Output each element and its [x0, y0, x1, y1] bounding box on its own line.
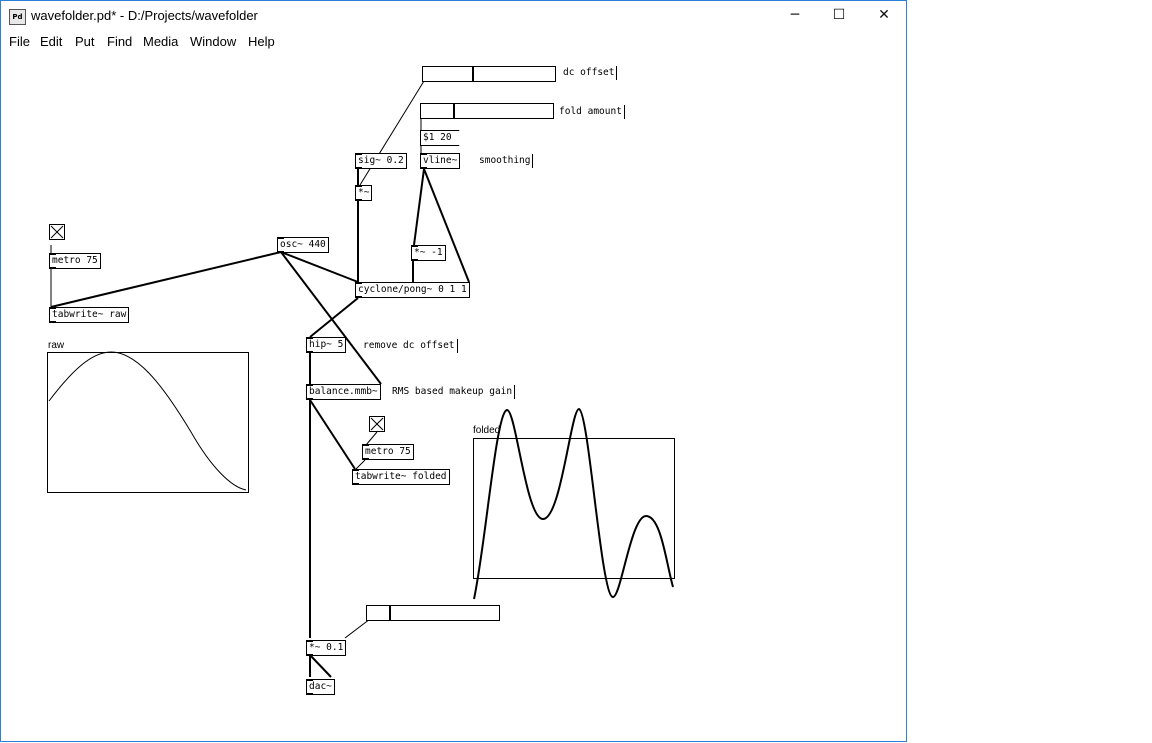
comment-makeup-gain: RMS based makeup gain	[392, 385, 516, 399]
toggle-x-icon	[370, 417, 384, 431]
metro-toggle-top[interactable]	[49, 224, 65, 240]
minimize-button[interactable]: ─	[772, 1, 818, 31]
array-label-raw: raw	[48, 340, 65, 351]
title-bar[interactable]: Pd wavefolder.pd* - D:/Projects/wavefold…	[1, 1, 906, 31]
comment-smoothing: smoothing	[479, 154, 534, 168]
menu-media[interactable]: Media	[143, 34, 178, 49]
object-dac[interactable]: dac~	[306, 679, 335, 695]
cord-volume-to-mul	[344, 618, 371, 639]
menu-bar: File Edit Put Find Media Window Help	[1, 32, 906, 52]
comment-dc-offset: dc offset	[563, 66, 618, 80]
object-pong[interactable]: cyclone/pong~ 0 1 1	[355, 282, 470, 298]
cord-metro2-to-tabwrite	[355, 459, 366, 470]
fold-amount-slider[interactable]	[420, 103, 554, 119]
window-title: wavefolder.pd* - D:/Projects/wavefolder	[31, 8, 258, 23]
menu-file[interactable]: File	[9, 34, 30, 49]
comment-remove-dc: remove dc offset	[363, 339, 458, 353]
metro-toggle-bottom[interactable]	[369, 416, 385, 432]
object-osc[interactable]: osc~ 440	[277, 237, 329, 253]
object-tabwrite-raw[interactable]: tabwrite~ raw	[49, 307, 130, 323]
object-multiply-neg[interactable]: *~ -1	[411, 245, 446, 261]
patch-window: Pd wavefolder.pd* - D:/Projects/wavefold…	[0, 0, 907, 742]
menu-put[interactable]: Put	[75, 34, 95, 49]
object-metro-bottom[interactable]: metro 75	[362, 444, 414, 460]
volume-slider[interactable]	[366, 605, 500, 621]
pd-app-icon: Pd	[9, 9, 26, 25]
patch-canvas[interactable]: dc offset fold amount $1 20 sig~ 0.2 vli…	[1, 52, 906, 741]
dc-offset-slider-knob[interactable]	[472, 67, 474, 81]
maximize-button[interactable]: ☐	[816, 1, 862, 31]
menu-window[interactable]: Window	[190, 34, 236, 49]
menu-edit[interactable]: Edit	[40, 34, 62, 49]
menu-help[interactable]: Help	[248, 34, 275, 49]
array-graph-folded[interactable]	[473, 438, 675, 579]
comment-fold-amount: fold amount	[559, 105, 625, 119]
object-vline[interactable]: vline~	[420, 153, 461, 169]
object-sig[interactable]: sig~ 0.2	[355, 153, 407, 169]
object-tabwrite-folded[interactable]: tabwrite~ folded	[352, 469, 450, 485]
menu-find[interactable]: Find	[107, 34, 132, 49]
cord-vline-to-pong-right	[423, 168, 470, 283]
object-balance[interactable]: balance.mmb~	[306, 384, 381, 400]
dc-offset-slider[interactable]	[422, 66, 556, 82]
object-hip[interactable]: hip~ 5	[306, 337, 347, 353]
array-graph-raw[interactable]	[47, 352, 249, 493]
cord-dc-slider-to-mul	[359, 80, 425, 186]
cord-vline-to-neg	[413, 168, 425, 246]
cord-pong-to-hip	[309, 297, 359, 338]
cord-gain-to-dac-right	[309, 654, 332, 678]
object-multiply-a[interactable]: *~	[355, 185, 373, 201]
message-fold[interactable]: $1 20	[420, 130, 460, 146]
array-label-folded: folded	[473, 425, 501, 436]
close-button[interactable]: ✕	[861, 1, 906, 31]
object-multiply-gain[interactable]: *~ 0.1	[306, 640, 347, 656]
volume-slider-knob[interactable]	[389, 606, 391, 620]
fold-amount-slider-knob[interactable]	[453, 104, 455, 118]
cord-balance-to-tabwrite	[309, 399, 356, 470]
object-metro-top[interactable]: metro 75	[49, 253, 101, 269]
toggle-x-icon	[50, 225, 64, 239]
